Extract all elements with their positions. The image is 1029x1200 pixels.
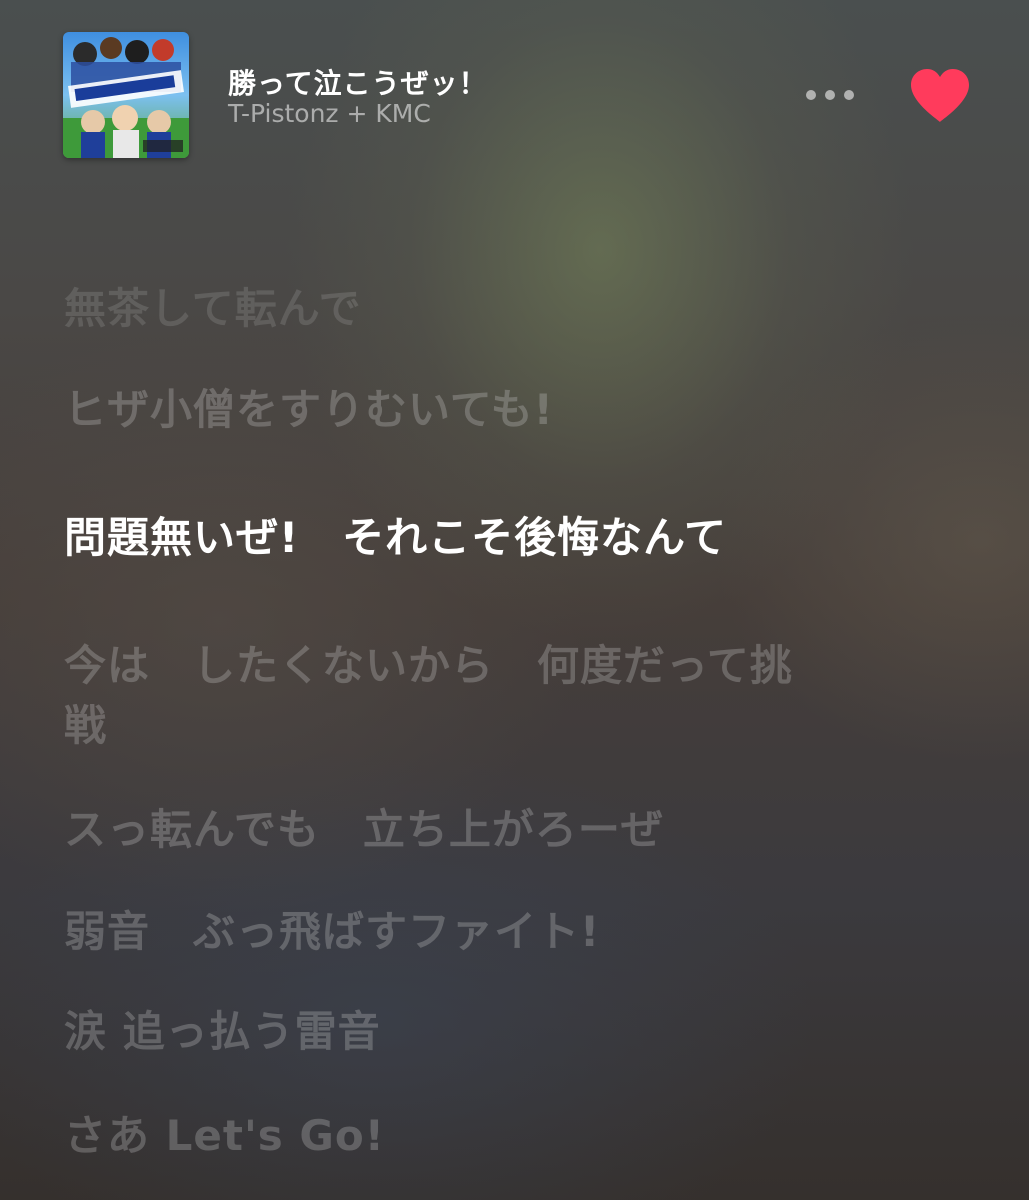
track-title[interactable]: 勝って泣こうぜッ！ xyxy=(228,62,488,102)
lyric-line[interactable]: 今は したくないから 何度だって挑戦 xyxy=(64,636,824,756)
love-button[interactable] xyxy=(907,66,973,126)
lyric-line[interactable]: 無茶して転んで xyxy=(64,279,924,339)
lyric-line[interactable]: 涙 追っ払う雷音 xyxy=(64,1002,924,1062)
more-options-button[interactable] xyxy=(800,78,860,112)
lyric-line[interactable]: ヒザ小僧をすりむいても! xyxy=(64,380,924,440)
album-artwork-image xyxy=(63,32,189,158)
album-artwork[interactable] xyxy=(63,32,189,158)
ellipsis-icon xyxy=(806,90,816,100)
lyric-line[interactable]: スっ転んでも 立ち上がろーぜ xyxy=(64,800,924,860)
track-artist[interactable]: T-Pistonz + KMC xyxy=(228,99,431,128)
lyric-line[interactable]: 弱音 ぶっ飛ばすファイト! xyxy=(64,902,924,962)
now-playing-header: 勝って泣こうぜッ！ T-Pistonz + KMC xyxy=(0,0,1029,190)
ellipsis-icon xyxy=(825,90,835,100)
lyric-line-active[interactable]: 問題無いぜ! それこそ後悔なんて xyxy=(64,508,924,568)
heart-icon xyxy=(911,69,969,122)
ellipsis-icon xyxy=(844,90,854,100)
lyric-line[interactable]: さあ Let's Go! xyxy=(64,1106,924,1166)
